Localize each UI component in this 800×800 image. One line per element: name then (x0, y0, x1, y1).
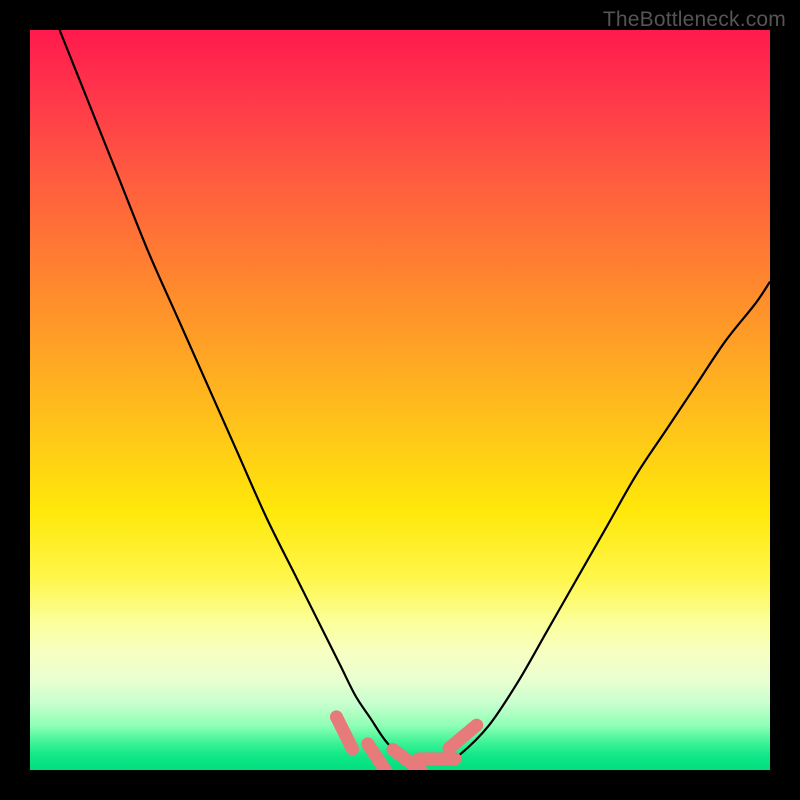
bottleneck-curve (60, 30, 770, 763)
marker-bottom-1 (368, 744, 388, 770)
chart-svg (30, 30, 770, 770)
chart-plot-area (30, 30, 770, 770)
marker-left-end (336, 717, 352, 749)
chart-frame: TheBottleneck.com (0, 0, 800, 800)
markers-group (336, 717, 476, 770)
watermark-text: TheBottleneck.com (603, 8, 786, 32)
